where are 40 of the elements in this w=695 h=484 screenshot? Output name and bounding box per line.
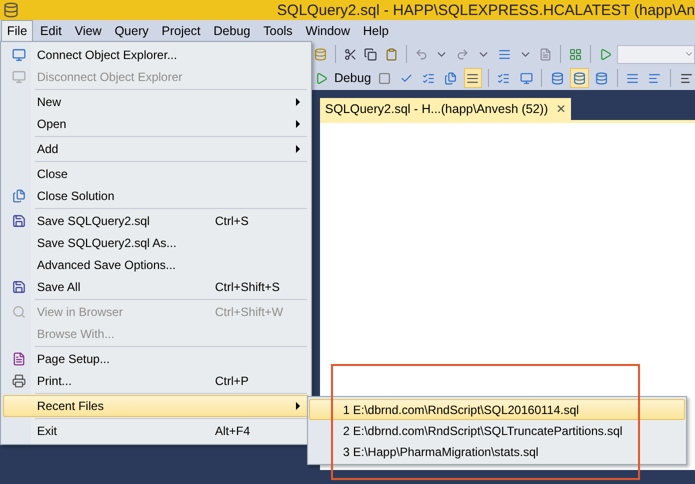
menu-item[interactable]: Add — [3, 138, 309, 160]
menu-item[interactable]: Exit Alt+F4 — [3, 420, 309, 442]
menu-item[interactable]: Connect Object Explorer... — [3, 44, 309, 66]
submenu-arrow-icon — [296, 402, 300, 410]
debug-label[interactable]: Debug — [334, 71, 372, 85]
printer-icon — [12, 374, 26, 388]
save-all-icon — [12, 280, 26, 294]
save-icon — [12, 214, 26, 228]
menu-item[interactable]: File — [1, 20, 34, 42]
menu-item[interactable]: Close Solution — [3, 185, 309, 207]
app-icon — [3, 2, 19, 18]
menu-item[interactable]: Save All Ctrl+Shift+S — [3, 276, 309, 298]
menu-item[interactable]: Edit — [34, 20, 68, 42]
menu-item[interactable]: Save SQLQuery2.sql As... — [3, 232, 309, 254]
menu-item[interactable]: Save SQLQuery2.sql Ctrl+S — [3, 210, 309, 232]
window-title: SQLQuery2.sql - HAPP\SQLEXPRESS.HCALATEST (happ\An — [277, 2, 695, 18]
menu-item[interactable]: View — [68, 20, 108, 42]
menu-item[interactable]: 2 E:\dbrnd.com\RndScript\SQLTruncatePartitions.sql — [309, 420, 685, 441]
menu-item[interactable]: Advanced Save Options... — [3, 254, 309, 276]
menu-item[interactable]: Print... Ctrl+P — [3, 370, 309, 392]
menu-item[interactable]: Project — [156, 20, 207, 42]
menu-item[interactable]: Recent Files — [3, 395, 309, 417]
menu-item[interactable]: New — [3, 91, 309, 113]
page-icon — [12, 352, 26, 366]
menu-item[interactable]: Page Setup... — [3, 348, 309, 370]
database-icon[interactable] — [570, 68, 589, 88]
submenu-arrow-icon — [296, 98, 300, 106]
menu-item[interactable]: 1 E:\dbrnd.com\RndScript\SQL20160114.sql — [309, 399, 685, 420]
menu-item[interactable]: Close — [3, 163, 309, 185]
menu-item[interactable]: Open — [3, 113, 309, 135]
document-tab[interactable]: SQLQuery2.sql - H...(happ\Anvesh (52)) ✕ — [320, 98, 572, 120]
submenu-arrow-icon — [296, 120, 300, 128]
menu-item[interactable]: Help — [357, 20, 395, 42]
menu-item[interactable]: Query — [108, 20, 155, 42]
menu-item[interactable]: Window — [300, 20, 356, 42]
menu-item[interactable]: Debug — [208, 20, 256, 42]
menu-item[interactable]: 3 E:\Happ\PharmaMigration\stats.sql — [309, 441, 685, 462]
close-icon[interactable]: ✕ — [556, 102, 566, 116]
submenu-arrow-icon — [296, 145, 300, 153]
menu-item[interactable]: Tools — [257, 20, 299, 42]
